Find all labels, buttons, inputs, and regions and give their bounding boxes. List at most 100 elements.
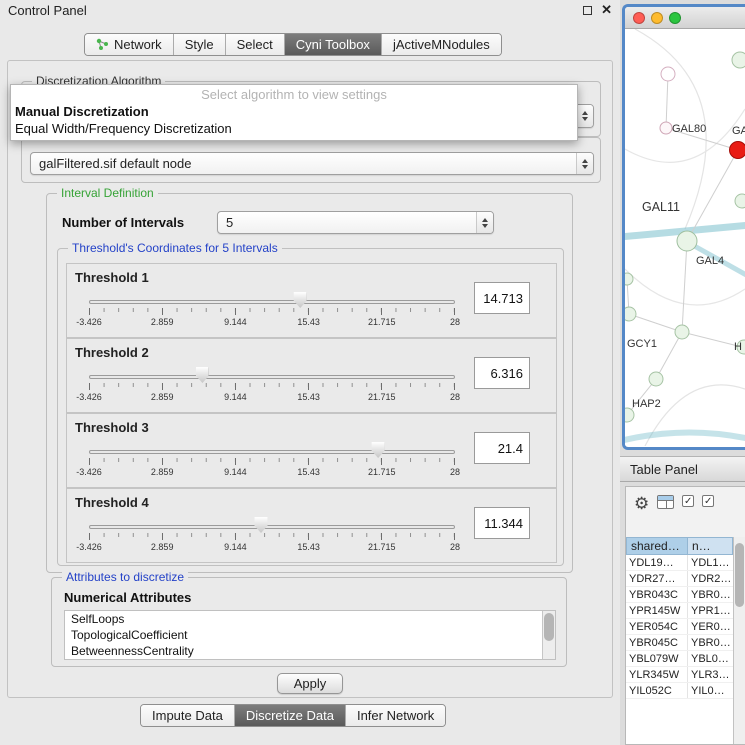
- tab-select[interactable]: Select: [226, 34, 285, 55]
- slider-ticks: [89, 308, 455, 315]
- tab-impute-data[interactable]: Impute Data: [141, 705, 235, 726]
- table-row[interactable]: YIL052CYIL0…: [626, 683, 733, 699]
- zoom-traffic-light[interactable]: [669, 12, 681, 24]
- slider-track[interactable]: [89, 525, 455, 529]
- threshold-3-value[interactable]: 21.4: [474, 432, 530, 464]
- network-icon: [96, 38, 109, 51]
- threshold-4-value[interactable]: 11.344: [474, 507, 530, 539]
- close-traffic-light[interactable]: [633, 12, 645, 24]
- minimize-traffic-light[interactable]: [651, 12, 663, 24]
- node-label: GAL11: [642, 200, 680, 214]
- network-node[interactable]: [649, 372, 663, 386]
- slider-tick-labels: -3.426 2.859 9.144 15.43 21.715 28: [89, 467, 455, 478]
- interval-definition-group: Interval Definition Number of Intervals …: [46, 193, 573, 573]
- tab-label: Style: [185, 37, 214, 52]
- node-label: GCY1: [627, 338, 657, 350]
- close-icon[interactable]: ✕: [601, 5, 612, 15]
- threshold-3-panel: Threshold 3 -3.426 2.859 9.144 15.43 21.…: [66, 413, 557, 488]
- scrollbar-thumb[interactable]: [544, 613, 554, 641]
- cyni-toolbox-panel: Discretization Algorithm Table Data galF…: [7, 60, 613, 698]
- network-node[interactable]: [732, 52, 745, 68]
- slider-thumb[interactable]: [196, 367, 209, 383]
- tab-cyni-toolbox[interactable]: Cyni Toolbox: [285, 34, 382, 55]
- right-panel: GAL80 GA GAL11 GAL4 GCY1 H HAP2 Table Pa…: [620, 0, 745, 745]
- numerical-attributes-list[interactable]: SelfLoops TopologicalCoefficient Between…: [64, 610, 556, 660]
- combo-stepper: [576, 153, 593, 174]
- network-node[interactable]: [661, 67, 675, 81]
- selected-network-node-red[interactable]: [730, 142, 745, 159]
- network-node[interactable]: [625, 408, 634, 422]
- network-node[interactable]: [625, 273, 633, 285]
- table-row[interactable]: YPR145WYPR1…: [626, 603, 733, 619]
- column-header-shared-name[interactable]: shared…: [626, 537, 688, 555]
- dropdown-option-equal-width-frequency[interactable]: Equal Width/Frequency Discretization: [11, 120, 577, 137]
- network-node[interactable]: [660, 122, 672, 134]
- list-scrollbar[interactable]: [542, 611, 555, 659]
- slider-tick-labels: -3.426 2.859 9.144 15.43 21.715 28: [89, 542, 455, 553]
- panel-title: Control Panel: [8, 3, 87, 18]
- table-scrollbar[interactable]: [733, 537, 745, 744]
- num-intervals-combobox[interactable]: 5: [217, 211, 494, 234]
- dropdown-option-manual-discretization[interactable]: Manual Discretization: [11, 103, 577, 120]
- table-row[interactable]: YER054CYER0…: [626, 619, 733, 635]
- algorithm-dropdown-popup: Select algorithm to view settings Manual…: [10, 84, 578, 141]
- num-intervals-label: Number of Intervals: [62, 215, 184, 230]
- tab-jactivemnodules[interactable]: jActiveMNodules: [382, 34, 501, 55]
- column-header-name[interactable]: n…: [688, 537, 733, 555]
- tab-infer-network[interactable]: Infer Network: [346, 705, 445, 726]
- network-node[interactable]: [625, 307, 636, 321]
- tab-label: Infer Network: [357, 708, 434, 723]
- threshold-1-slider[interactable]: -3.426 2.859 9.144 15.43 21.715 28: [89, 292, 455, 330]
- tab-label: Cyni Toolbox: [296, 37, 370, 52]
- list-item[interactable]: SelfLoops: [65, 611, 555, 627]
- combo-value: galFiltered.sif default node: [39, 156, 191, 171]
- threshold-1-value[interactable]: 14.713: [474, 282, 530, 314]
- scrollbar-thumb[interactable]: [735, 543, 744, 607]
- network-canvas[interactable]: GAL80 GA GAL11 GAL4 GCY1 H HAP2: [625, 29, 745, 446]
- table-data-combobox[interactable]: galFiltered.sif default node: [30, 152, 594, 175]
- group-title: Attributes to discretize: [62, 570, 188, 585]
- network-node[interactable]: [735, 194, 745, 208]
- slider-track[interactable]: [89, 450, 455, 454]
- threshold-3-slider[interactable]: -3.426 2.859 9.144 15.43 21.715 28: [89, 442, 455, 480]
- tab-discretize-data[interactable]: Discretize Data: [235, 705, 346, 726]
- threshold-1-panel: Threshold 1 -3.426 2.859 9.144 15.43 21.…: [66, 263, 557, 338]
- slider-track[interactable]: [89, 375, 455, 379]
- tab-label: Impute Data: [152, 708, 223, 723]
- table-row[interactable]: YLR345WYLR3…: [626, 667, 733, 683]
- threshold-2-slider[interactable]: -3.426 2.859 9.144 15.43 21.715 28: [89, 367, 455, 405]
- table-row[interactable]: YBR045CYBR0…: [626, 635, 733, 651]
- network-node[interactable]: [677, 231, 697, 251]
- node-label: H: [734, 341, 742, 353]
- slider-thumb[interactable]: [372, 442, 385, 458]
- table-row[interactable]: YDL19…YDL1…: [626, 555, 733, 571]
- select-all-check-icon[interactable]: ✓: [682, 495, 694, 507]
- apply-button[interactable]: Apply: [277, 673, 343, 694]
- slider-thumb[interactable]: [294, 292, 307, 308]
- gear-icon[interactable]: ⚙: [634, 495, 649, 512]
- slider-thumb[interactable]: [255, 517, 268, 533]
- table-row[interactable]: YDR27…YDR2…: [626, 571, 733, 587]
- slider-track[interactable]: [89, 300, 455, 304]
- control-panel-titlebar: Control Panel ✕: [0, 0, 620, 20]
- tab-label: Select: [237, 37, 273, 52]
- table-row[interactable]: YBL079WYBL0…: [626, 651, 733, 667]
- tab-network[interactable]: Network: [85, 34, 174, 55]
- combo-value: 5: [226, 215, 233, 230]
- table-header-row: shared… n…: [626, 537, 733, 555]
- list-item[interactable]: TopologicalCoefficient: [65, 627, 555, 643]
- slider-ticks: [89, 383, 455, 390]
- network-node[interactable]: [675, 325, 689, 339]
- table-row[interactable]: YBR043CYBR0…: [626, 587, 733, 603]
- list-item[interactable]: BetweennessCentrality: [65, 643, 555, 659]
- group-title: Interval Definition: [57, 186, 158, 201]
- node-label: HAP2: [632, 398, 661, 410]
- network-window-titlebar[interactable]: [625, 7, 745, 29]
- threshold-4-slider[interactable]: -3.426 2.859 9.144 15.43 21.715 28: [89, 517, 455, 555]
- select-check-icon[interactable]: ✓: [702, 495, 714, 507]
- tab-style[interactable]: Style: [174, 34, 226, 55]
- float-window-icon[interactable]: [583, 6, 592, 15]
- threshold-2-value[interactable]: 6.316: [474, 357, 530, 389]
- column-chooser-icon[interactable]: [657, 495, 674, 509]
- network-window[interactable]: GAL80 GA GAL11 GAL4 GCY1 H HAP2: [622, 4, 745, 450]
